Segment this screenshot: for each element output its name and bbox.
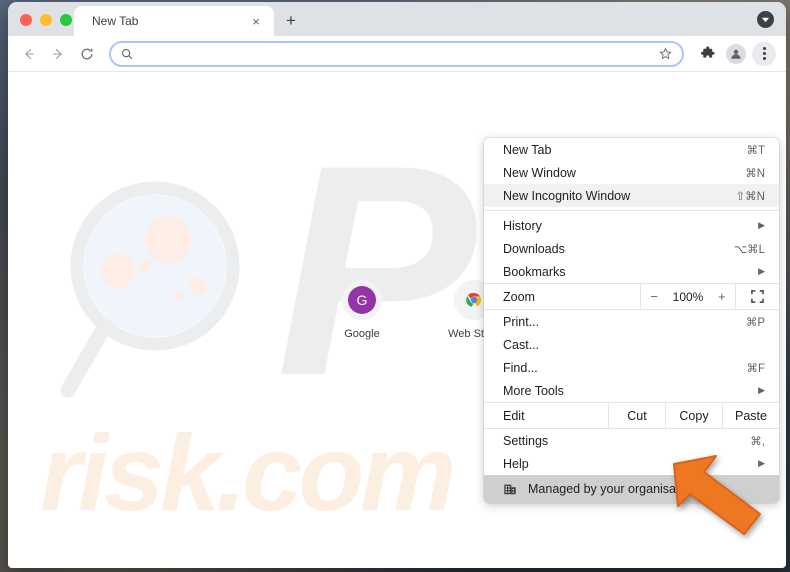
google-g-icon: G xyxy=(342,280,382,320)
menu-item-label: Find... xyxy=(503,360,538,375)
close-window-button[interactable] xyxy=(20,14,32,26)
browser-toolbar xyxy=(8,36,786,72)
submenu-arrow-icon: ▶ xyxy=(758,220,765,230)
maximize-window-button[interactable] xyxy=(60,14,72,26)
three-dot-menu-icon xyxy=(762,47,766,60)
back-button[interactable] xyxy=(16,41,42,67)
three-dot-menu-button[interactable] xyxy=(752,41,776,66)
menu-item-shortcut: ⌥⌘L xyxy=(733,243,765,256)
submenu-arrow-icon: ▶ xyxy=(758,385,765,395)
shortcut-label: Google xyxy=(344,328,380,340)
menu-item-new-tab[interactable]: New Tab ⌘T xyxy=(484,138,779,161)
menu-item-label: Print... xyxy=(503,314,540,329)
browser-tab[interactable]: New Tab × xyxy=(74,6,274,36)
menu-item-downloads[interactable]: Downloads ⌥⌘L xyxy=(484,237,779,260)
menu-item-shortcut: ⌘T xyxy=(746,144,765,157)
menu-item-cast[interactable]: Cast... xyxy=(484,333,779,356)
watermark-text: risk.com xyxy=(40,412,456,533)
menu-item-label: New Tab xyxy=(503,142,552,157)
menu-item-bookmarks[interactable]: Bookmarks ▶ xyxy=(484,260,779,283)
tab-search-icon[interactable] xyxy=(757,11,774,28)
forward-button[interactable] xyxy=(45,41,71,67)
menu-item-label: New Window xyxy=(503,165,576,180)
menu-item-new-window[interactable]: New Window ⌘N xyxy=(484,161,779,184)
menu-item-label: More Tools xyxy=(503,383,564,398)
screen: New Tab × + P risk.com G Google Web Stor… xyxy=(0,0,790,572)
shortcut-tiles: G Google Web Store xyxy=(326,280,510,340)
menu-row-zoom: Zoom − 100% + xyxy=(484,283,779,310)
tab-title: New Tab xyxy=(92,14,139,28)
chrome-main-menu: New Tab ⌘T New Window ⌘N New Incognito W… xyxy=(484,138,779,503)
menu-item-more-tools[interactable]: More Tools ▶ xyxy=(484,379,779,402)
menu-item-label: Settings xyxy=(503,433,549,448)
zoom-label: Zoom xyxy=(503,289,535,304)
submenu-arrow-icon: ▶ xyxy=(758,266,765,276)
menu-item-find[interactable]: Find... ⌘F xyxy=(484,356,779,379)
menu-item-label: Cast... xyxy=(503,337,540,352)
menu-row-edit: Edit Cut Copy Paste xyxy=(484,402,779,429)
edit-label: Edit xyxy=(503,408,525,423)
zoom-out-button[interactable]: − xyxy=(646,289,662,304)
close-tab-icon[interactable]: × xyxy=(248,13,264,29)
minimize-window-button[interactable] xyxy=(40,14,52,26)
menu-item-label: New Incognito Window xyxy=(503,188,631,203)
menu-item-print[interactable]: Print... ⌘P xyxy=(484,310,779,333)
zoom-controls: − 100% + xyxy=(640,284,735,309)
menu-separator xyxy=(484,210,779,211)
magnifying-glass-graphic xyxy=(60,181,240,398)
edit-copy-button[interactable]: Copy xyxy=(665,403,722,428)
menu-item-shortcut: ⌘P xyxy=(745,316,765,329)
window-controls xyxy=(20,14,72,26)
menu-item-history[interactable]: History ▶ xyxy=(484,214,779,237)
menu-item-new-incognito-window[interactable]: New Incognito Window ⇧⌘N xyxy=(484,184,779,207)
fullscreen-button[interactable] xyxy=(735,284,779,309)
bookmark-star-icon[interactable] xyxy=(659,47,672,60)
zoom-level-value: 100% xyxy=(672,289,704,304)
orange-pointer-arrow xyxy=(673,455,761,535)
organisation-building-icon xyxy=(503,482,517,496)
avatar xyxy=(726,43,746,64)
tab-strip: New Tab × + xyxy=(8,2,786,36)
profile-button[interactable] xyxy=(724,42,748,66)
watermark-letter: P xyxy=(276,102,476,438)
shortcut-tile-google[interactable]: G Google xyxy=(326,280,398,340)
google-g-glyph: G xyxy=(348,286,376,314)
zoom-in-button[interactable]: + xyxy=(714,289,730,304)
extensions-button[interactable] xyxy=(696,42,720,66)
menu-item-shortcut: ⇧⌘N xyxy=(735,190,765,203)
menu-item-label: Downloads xyxy=(503,241,565,256)
search-icon xyxy=(121,48,133,60)
edit-paste-button[interactable]: Paste xyxy=(722,403,779,428)
menu-item-label: History xyxy=(503,218,542,233)
menu-item-shortcut: ⌘F xyxy=(746,362,765,375)
new-tab-button[interactable]: + xyxy=(280,9,302,31)
reload-button[interactable] xyxy=(74,41,100,67)
menu-item-shortcut: ⌘, xyxy=(750,435,765,448)
address-input[interactable] xyxy=(140,46,653,61)
address-bar[interactable] xyxy=(109,40,684,67)
menu-item-label: Bookmarks xyxy=(503,264,566,279)
menu-item-settings[interactable]: Settings ⌘, xyxy=(484,429,779,452)
menu-item-shortcut: ⌘N xyxy=(745,167,765,180)
edit-cut-button[interactable]: Cut xyxy=(608,403,665,428)
